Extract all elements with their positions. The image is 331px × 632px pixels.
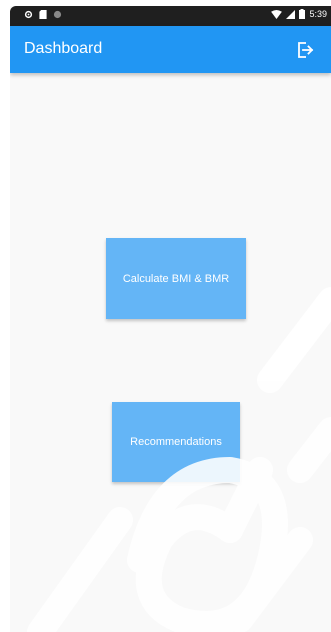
status-time: 5:39 bbox=[309, 9, 327, 19]
sd-card-icon bbox=[39, 10, 47, 19]
wifi-icon bbox=[271, 9, 283, 19]
gear-icon bbox=[24, 10, 33, 19]
status-icons-right: 5:39 bbox=[271, 9, 327, 19]
calculate-bmi-bmr-button[interactable]: Calculate BMI & BMR bbox=[106, 238, 246, 319]
circle-icon bbox=[53, 10, 62, 19]
status-icons-left bbox=[24, 10, 62, 19]
logout-icon[interactable] bbox=[295, 40, 315, 60]
app-bar: Dashboard bbox=[10, 26, 331, 73]
signal-icon bbox=[286, 9, 296, 19]
device-screen: 5:39 Dashboard Calculate BMI & BMR Recom… bbox=[10, 6, 331, 632]
battery-icon bbox=[299, 9, 306, 19]
recommendations-button[interactable]: Recommendations bbox=[112, 402, 240, 482]
status-bar: 5:39 bbox=[10, 6, 331, 26]
page-title: Dashboard bbox=[24, 40, 103, 57]
